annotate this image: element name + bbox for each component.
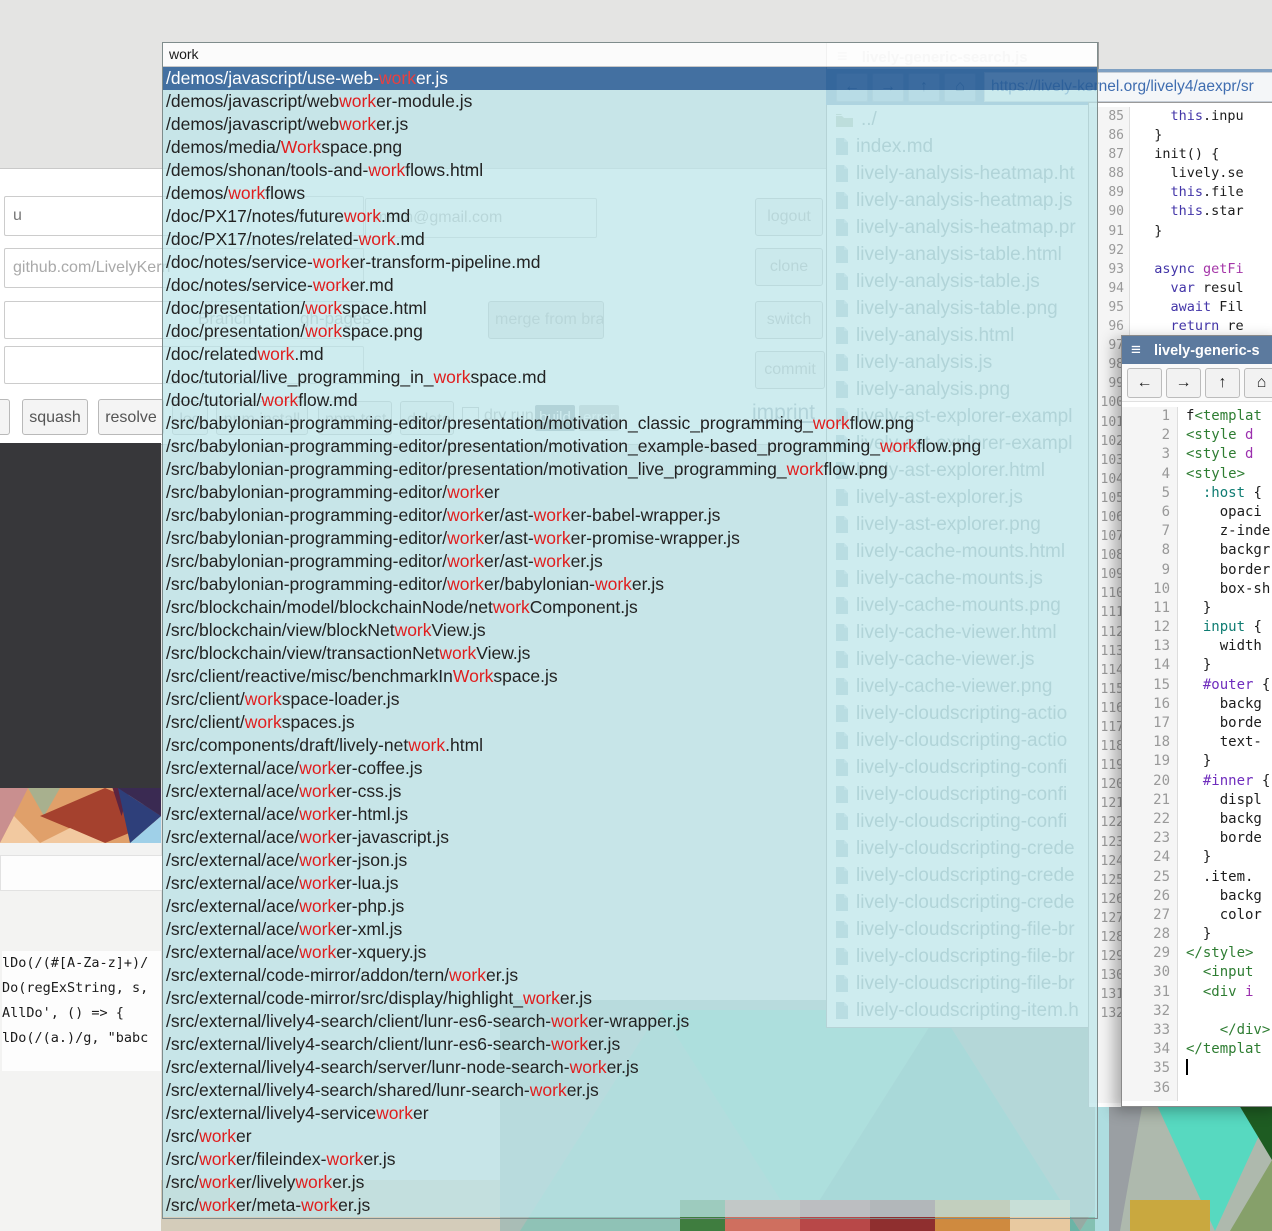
- console-panel: [0, 443, 161, 788]
- search-result-row[interactable]: /demos/shonan/tools-and-workflows.html: [163, 159, 1097, 182]
- left-field-row[interactable]: [0, 855, 163, 891]
- code-area[interactable]: f<templat<style d<style d<style> :host {…: [1186, 407, 1272, 1098]
- left-editor-fragment: lDo(/(#[A-Za-z]+)/ Do(regExString, s, Al…: [0, 843, 161, 1231]
- search-result-row[interactable]: /src/client/workspaces.js: [163, 711, 1097, 734]
- search-result-row[interactable]: /src/blockchain/model/blockchainNode/net…: [163, 596, 1097, 619]
- search-result-row[interactable]: /src/external/code-mirror/addon/tern/wor…: [163, 964, 1097, 987]
- search-result-row[interactable]: /src/worker/fileindex-worker.js: [163, 1148, 1097, 1171]
- search-result-row[interactable]: /src/client/reactive/misc/benchmarkInWor…: [163, 665, 1097, 688]
- up-button[interactable]: ↑: [1205, 368, 1240, 398]
- search-result-row[interactable]: /src/babylonian-programming-editor/worke…: [163, 550, 1097, 573]
- search-result-row[interactable]: /src/babylonian-programming-editor/worke…: [163, 527, 1097, 550]
- search-result-row[interactable]: /demos/media/Workspace.png: [163, 136, 1097, 159]
- search-result-row[interactable]: /demos/javascript/webworker-module.js: [163, 90, 1097, 113]
- search-result-row[interactable]: /doc/presentation/workspace.html: [163, 297, 1097, 320]
- search-result-row[interactable]: /src/external/ace/worker-xml.js: [163, 918, 1097, 941]
- search-result-row[interactable]: /src/blockchain/view/transactionNetworkV…: [163, 642, 1097, 665]
- search-result-row[interactable]: /doc/presentation/workspace.png: [163, 320, 1097, 343]
- search-result-row[interactable]: /src/external/ace/worker-lua.js: [163, 872, 1097, 895]
- search-result-row[interactable]: /src/external/lively4-search/server/lunr…: [163, 1056, 1097, 1079]
- search-result-row[interactable]: /demos/javascript/webworker.js: [163, 113, 1097, 136]
- search-result-row[interactable]: /src/external/ace/worker-css.js: [163, 780, 1097, 803]
- text-cursor: [1186, 1059, 1188, 1075]
- search-result-row[interactable]: /src/external/ace/worker-xquery.js: [163, 941, 1097, 964]
- search-result-row[interactable]: /src/external/lively4-search/client/lunr…: [163, 1010, 1097, 1033]
- back-button[interactable]: ←: [1127, 368, 1162, 398]
- search-result-row[interactable]: /src/babylonian-programming-editor/prese…: [163, 458, 1097, 481]
- search-result-row[interactable]: /src/babylonian-programming-editor/worke…: [163, 504, 1097, 527]
- search-result-row[interactable]: /doc/PX17/notes/futurework.md: [163, 205, 1097, 228]
- search-result-row[interactable]: /doc/tutorial/live_programming_in_worksp…: [163, 366, 1097, 389]
- search-result-row[interactable]: /demos/javascript/use-web-worker.js: [163, 67, 1097, 90]
- search-result-row[interactable]: /src/external/ace/worker-html.js: [163, 803, 1097, 826]
- search-result-row[interactable]: /doc/notes/service-worker-transform-pipe…: [163, 251, 1097, 274]
- search-results-list: /demos/javascript/use-web-worker.js/demo…: [163, 67, 1097, 1217]
- search-result-row[interactable]: /src/external/lively4-search/client/lunr…: [163, 1033, 1097, 1056]
- component-editor-window: ≡ lively-generic-s ← → ↑ ⌂ 1234567891011…: [1121, 335, 1272, 1107]
- forward-button[interactable]: →: [1166, 368, 1201, 398]
- search-result-row[interactable]: /src/external/lively4-search/shared/lunr…: [163, 1079, 1097, 1102]
- search-result-row[interactable]: /src/babylonian-programming-editor/prese…: [163, 412, 1097, 435]
- search-result-row[interactable]: /src/blockchain/view/blockNetworkView.js: [163, 619, 1097, 642]
- squash-button[interactable]: squash: [22, 399, 88, 435]
- search-result-row[interactable]: /src/external/ace/worker-coffee.js: [163, 757, 1097, 780]
- search-result-row[interactable]: /src/external/ace/worker-javascript.js: [163, 826, 1097, 849]
- diff-button[interactable]: f: [0, 399, 10, 435]
- file-search-overlay: work /demos/javascript/use-web-worker.js…: [162, 42, 1098, 1219]
- wallpaper-thumbnail: [0, 788, 161, 843]
- search-result-row[interactable]: /src/external/ace/worker-json.js: [163, 849, 1097, 872]
- search-result-row[interactable]: /src/client/workspace-loader.js: [163, 688, 1097, 711]
- search-result-row[interactable]: /src/worker: [163, 1125, 1097, 1148]
- search-result-row[interactable]: /doc/tutorial/workflow.md: [163, 389, 1097, 412]
- editor-navbar: ← → ↑ ⌂: [1122, 364, 1272, 402]
- line-numbers: 1234567891011121314151617181920212223242…: [1122, 407, 1178, 1101]
- left-code-fragment[interactable]: lDo(/(#[A-Za-z]+)/ Do(regExString, s, Al…: [2, 951, 161, 1071]
- search-result-row[interactable]: /src/babylonian-programming-editor/worke…: [163, 481, 1097, 504]
- search-result-row[interactable]: /doc/notes/service-worker.md: [163, 274, 1097, 297]
- search-result-row[interactable]: /src/external/lively4-serviceworker: [163, 1102, 1097, 1125]
- search-result-row[interactable]: /demos/workflows: [163, 182, 1097, 205]
- search-result-row[interactable]: /src/components/draft/lively-network.htm…: [163, 734, 1097, 757]
- menu-icon[interactable]: ≡: [1131, 340, 1141, 359]
- search-result-row[interactable]: /src/worker/meta-worker.js: [163, 1194, 1097, 1217]
- editor-titlebar[interactable]: ≡ lively-generic-s: [1122, 336, 1272, 364]
- search-result-row[interactable]: /src/external/ace/worker-php.js: [163, 895, 1097, 918]
- search-result-row[interactable]: /doc/relatedwork.md: [163, 343, 1097, 366]
- search-result-row[interactable]: /src/babylonian-programming-editor/worke…: [163, 573, 1097, 596]
- resolve-button[interactable]: resolve: [98, 399, 164, 435]
- search-input[interactable]: work: [163, 43, 1097, 67]
- search-result-row[interactable]: /src/babylonian-programming-editor/prese…: [163, 435, 1097, 458]
- home-button[interactable]: ⌂: [1244, 368, 1272, 398]
- editor-title: lively-generic-s: [1154, 343, 1260, 359]
- search-result-row[interactable]: /doc/PX17/notes/related-work.md: [163, 228, 1097, 251]
- search-result-row[interactable]: /src/worker/livelyworker.js: [163, 1171, 1097, 1194]
- search-result-row[interactable]: /src/external/code-mirror/src/display/hi…: [163, 987, 1097, 1010]
